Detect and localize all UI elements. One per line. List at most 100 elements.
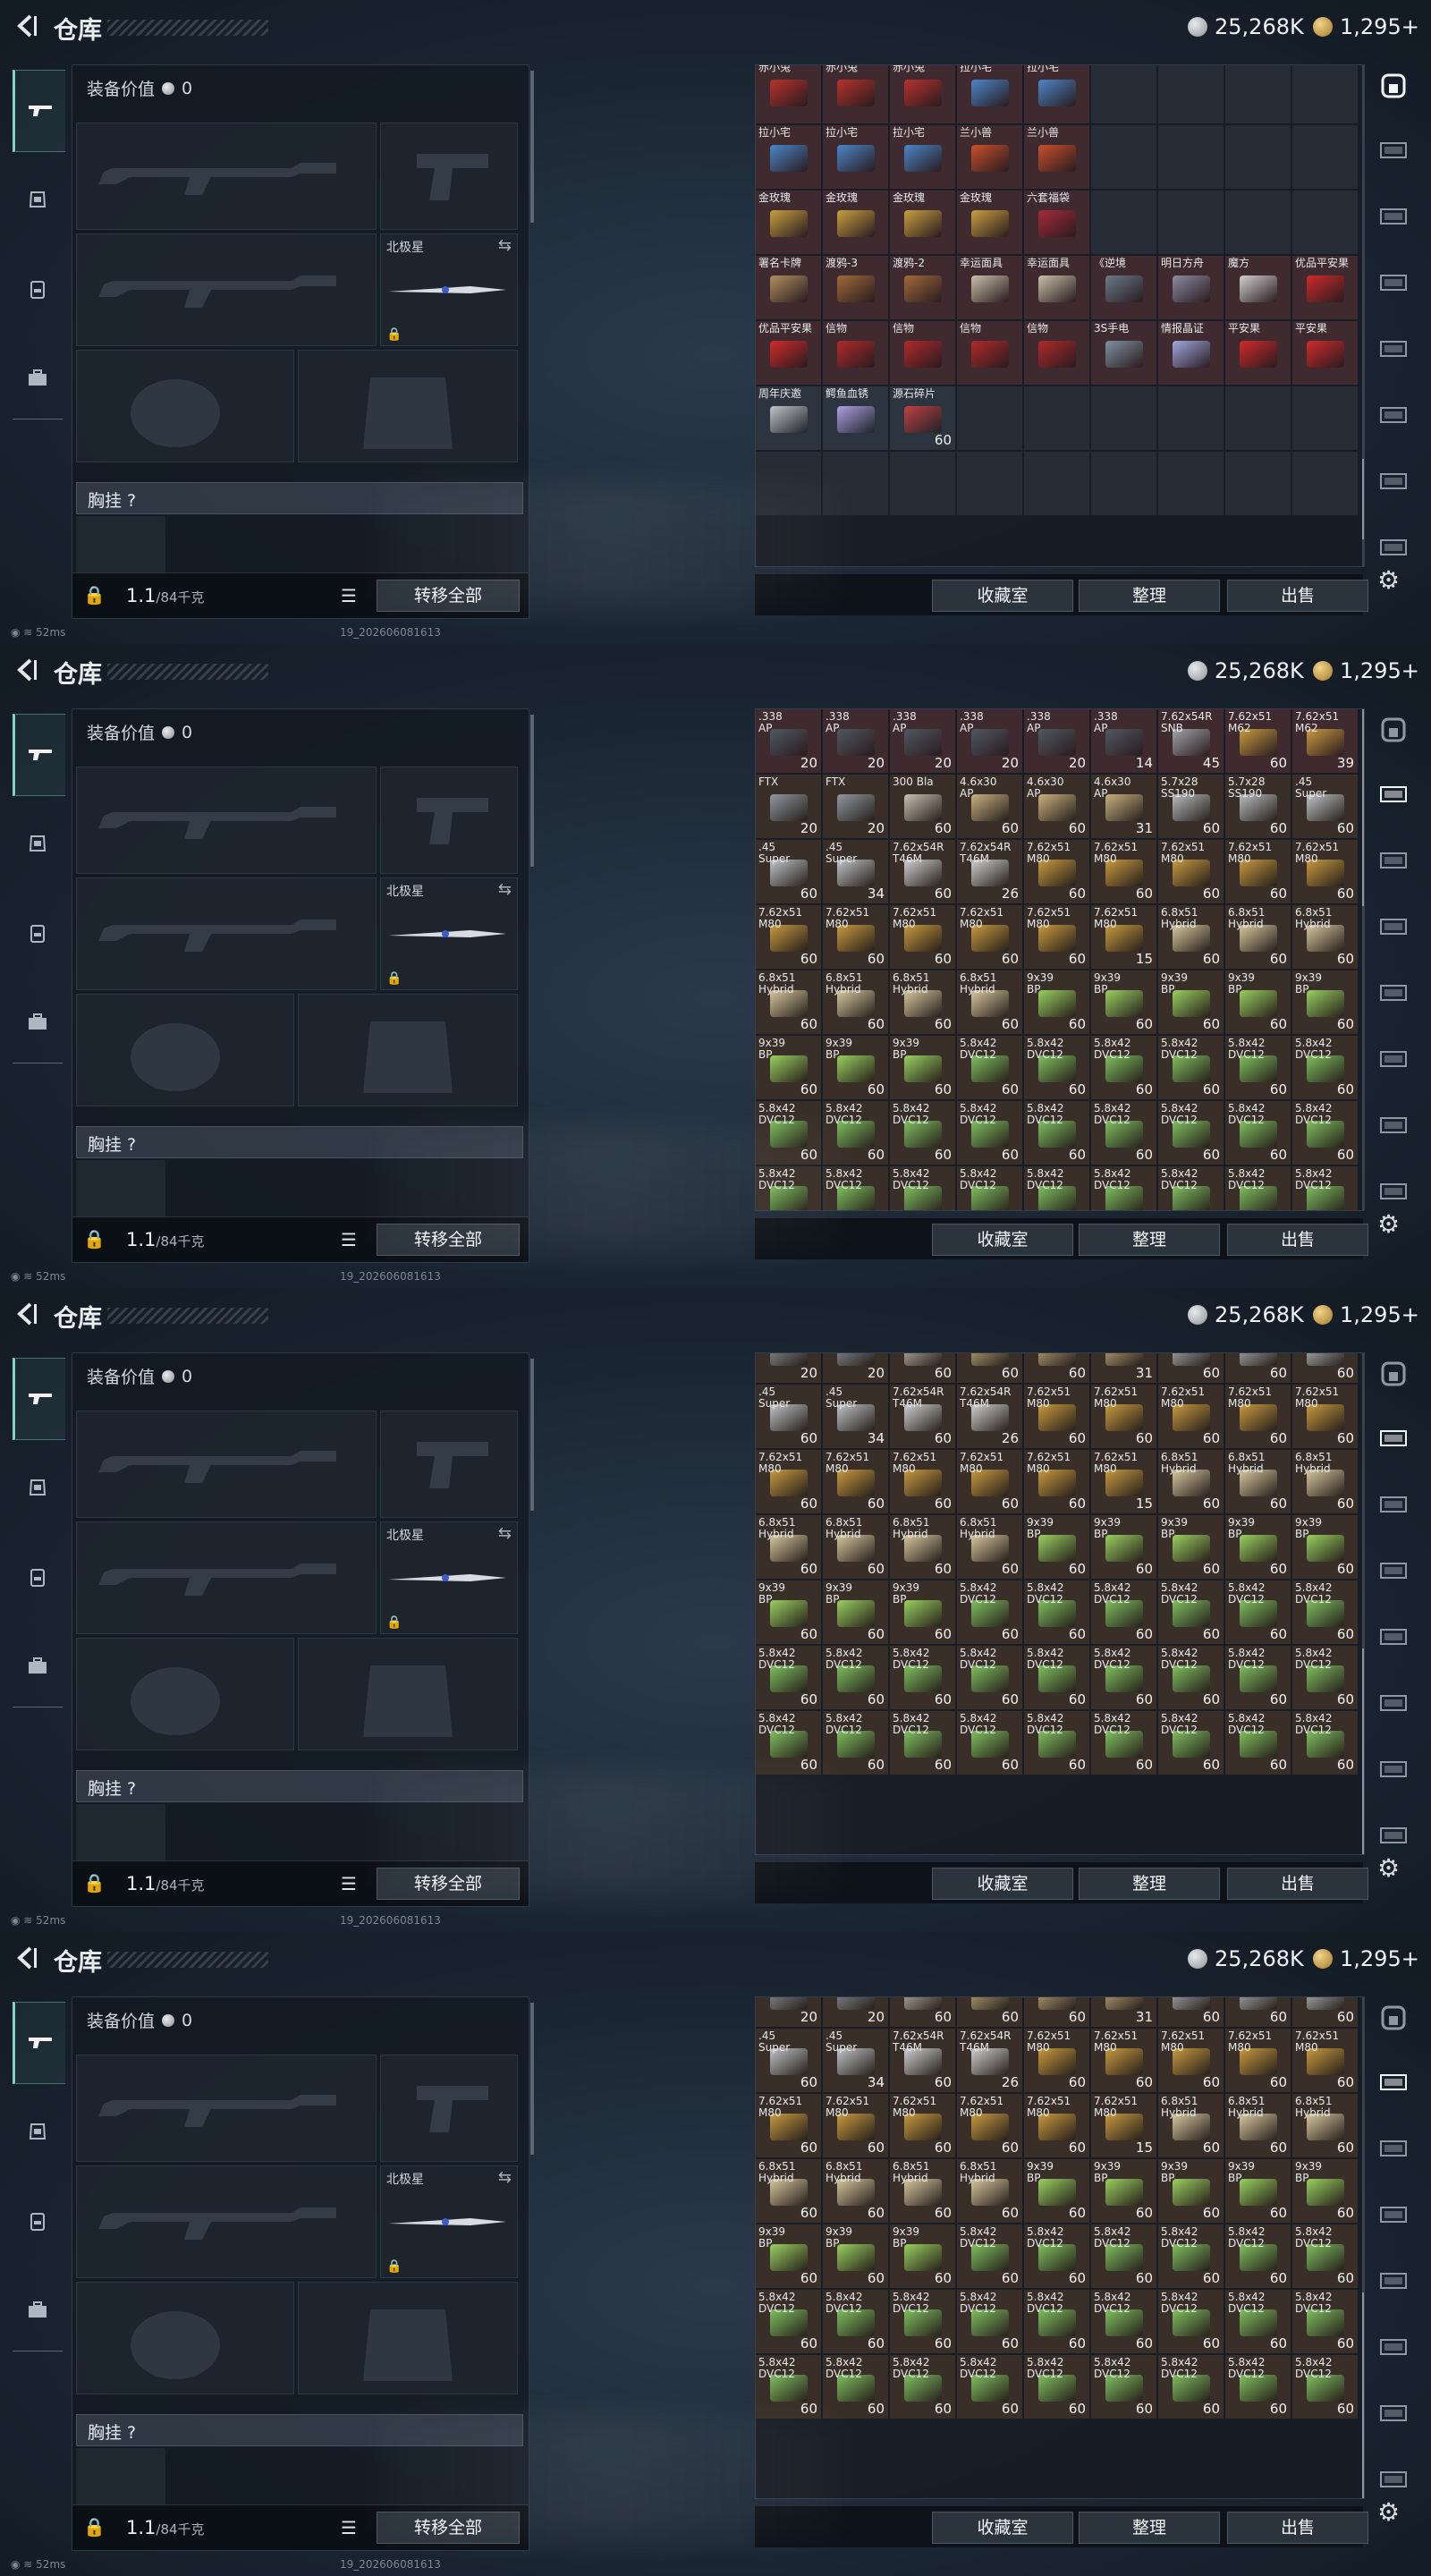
item-cell[interactable]: 9x39 BP 60 <box>890 1580 955 1644</box>
item-cell[interactable]: 7.62x51 M80 60 <box>1292 2029 1358 2092</box>
equipment-scrollbar[interactable] <box>530 715 534 867</box>
item-cell[interactable]: 渡鸦-2 <box>890 256 955 319</box>
item-cell[interactable]: 六套福袋 <box>1024 191 1089 254</box>
item-cell[interactable]: 3S手电 <box>1091 321 1156 385</box>
item-cell[interactable]: 20 <box>823 1353 888 1383</box>
item-cell[interactable]: 5.8x42 DVC1260 <box>756 1166 821 1210</box>
empty-grid-cell[interactable] <box>890 452 955 515</box>
empty-grid-cell[interactable] <box>1091 125 1156 189</box>
item-cell[interactable]: 9x39 BP 60 <box>756 1580 821 1644</box>
item-cell[interactable]: 5.8x42 DVC1260 <box>957 1101 1022 1165</box>
item-cell[interactable]: 5.8x42 DVC1260 <box>1024 2224 1089 2288</box>
transfer-all-button[interactable]: 转移全部 <box>377 1224 520 1256</box>
briefcase-icon[interactable] <box>13 2270 63 2351</box>
item-cell[interactable]: 9x39 BP 60 <box>1292 970 1358 1034</box>
item-cell[interactable]: 5.8x42 DVC1260 <box>1292 1580 1358 1644</box>
item-cell[interactable]: 赤小兔 <box>890 65 955 123</box>
item-cell[interactable]: 5.7x28 SS190 60 <box>1158 775 1224 838</box>
empty-grid-cell[interactable] <box>1158 386 1224 450</box>
item-cell[interactable]: 4.6x30 AP 31 <box>1091 775 1156 838</box>
tier-box-1[interactable] <box>1377 782 1410 810</box>
item-cell[interactable]: 4.6x30 AP 60 <box>1024 775 1089 838</box>
item-cell[interactable]: 7.62x51 M80 60 <box>1292 840 1358 903</box>
item-cell[interactable]: 兰小兽 <box>957 125 1022 189</box>
item-cell[interactable]: 5.8x42 DVC1260 <box>1091 2290 1156 2353</box>
primary-weapon-slot[interactable] <box>76 123 377 230</box>
item-cell[interactable]: 5.8x42 DVC1260 <box>1225 1101 1291 1165</box>
item-cell[interactable]: 7.62x51 M80 60 <box>1158 1385 1224 1448</box>
silver-currency[interactable]: 25,268K <box>1188 658 1304 683</box>
back-arrow-icon[interactable] <box>13 1945 39 1971</box>
item-cell[interactable]: 7.62x51 M80 60 <box>957 905 1022 969</box>
item-cell[interactable]: 5.8x42 DVC1260 <box>823 1101 888 1165</box>
item-cell[interactable]: 拉小宅 <box>1024 65 1089 123</box>
empty-grid-cell[interactable] <box>1292 125 1358 189</box>
silver-currency[interactable]: 25,268K <box>1188 1302 1304 1327</box>
item-cell[interactable]: 4.6x30 AP 60 <box>957 775 1022 838</box>
item-cell[interactable]: 7.62x51 M80 60 <box>823 2094 888 2157</box>
item-cell[interactable]: 9x39 BP 60 <box>1225 2159 1291 2223</box>
item-cell[interactable]: 7.62x51 M80 60 <box>1091 840 1156 903</box>
empty-grid-cell[interactable] <box>957 452 1022 515</box>
item-cell[interactable]: 署名卡牌 <box>756 256 821 319</box>
item-cell[interactable]: 5.8x42 DVC1260 <box>1158 2355 1224 2419</box>
gear-icon[interactable]: ⚙ <box>1377 1853 1400 1883</box>
collection-room-button[interactable]: 收藏室 <box>932 1868 1073 1900</box>
armor-slot[interactable] <box>298 350 518 462</box>
armor-icon[interactable] <box>13 1447 63 1528</box>
item-cell[interactable]: 7.62x51 M80 60 <box>957 2094 1022 2157</box>
item-cell[interactable]: 6.8x51 Hybrid 60 <box>890 970 955 1034</box>
item-cell[interactable]: 渡鸦-3 <box>823 256 888 319</box>
item-cell[interactable]: FTX 20 <box>823 775 888 838</box>
item-cell[interactable]: .45 Super 34 <box>823 1385 888 1448</box>
item-cell[interactable]: 5.8x42 DVC1260 <box>890 1101 955 1165</box>
item-cell[interactable]: .45 Super 60 <box>1292 775 1358 838</box>
item-cell[interactable]: 5.8x42 DVC1260 <box>1158 1711 1224 1775</box>
list-icon[interactable]: ☰ <box>341 2517 357 2538</box>
item-cell[interactable]: 5.8x42 DVC1260 <box>1091 1711 1156 1775</box>
item-cell[interactable]: 5.8x42 DVC1260 <box>1225 1580 1291 1644</box>
back-arrow-icon[interactable] <box>13 657 39 683</box>
item-cell[interactable]: 《逆境 <box>1091 256 1156 319</box>
item-cell[interactable]: 5.8x42 DVC1260 <box>1292 1101 1358 1165</box>
item-cell[interactable]: 60 <box>1225 1353 1291 1383</box>
secondary-weapon-slot[interactable] <box>76 1521 377 1634</box>
list-icon[interactable]: ☰ <box>341 1873 357 1894</box>
tier-box-1[interactable] <box>1377 2070 1410 2098</box>
backpack-icon[interactable] <box>13 1537 63 1617</box>
item-cell[interactable]: 平安果 <box>1225 321 1291 385</box>
item-cell[interactable]: 6.8x51 Hybrid 60 <box>1158 1450 1224 1513</box>
gold-currency[interactable]: 1,295+ <box>1313 1302 1419 1327</box>
tier-box-1[interactable] <box>1377 1426 1410 1454</box>
item-cell[interactable]: 7.62x51 M80 60 <box>1024 2094 1089 2157</box>
gold-currency[interactable]: 1,295+ <box>1313 1946 1419 1971</box>
helmet-slot[interactable] <box>76 2282 294 2394</box>
item-cell[interactable]: 7.62x51 M80 60 <box>756 2094 821 2157</box>
transfer-all-button[interactable]: 转移全部 <box>377 580 520 612</box>
item-cell[interactable]: 5.8x42 DVC1260 <box>1024 2355 1089 2419</box>
armor-icon[interactable] <box>13 2091 63 2172</box>
item-cell[interactable]: 60 <box>957 1353 1022 1383</box>
item-cell[interactable]: 9x39 BP 60 <box>1091 970 1156 1034</box>
item-cell[interactable]: 金玫瑰 <box>823 191 888 254</box>
item-cell[interactable]: 信物 <box>957 321 1022 385</box>
armor-slot[interactable] <box>298 994 518 1106</box>
gear-icon[interactable]: ⚙ <box>1377 565 1400 595</box>
item-cell[interactable]: 7.62x51 M80 60 <box>1024 1385 1089 1448</box>
empty-grid-cell[interactable] <box>1158 65 1224 123</box>
item-cell[interactable]: 7.62x51 M80 60 <box>1091 2029 1156 2092</box>
item-cell[interactable]: 魔方 <box>1225 256 1291 319</box>
primary-weapon-slot[interactable] <box>76 767 377 874</box>
item-cell[interactable]: 7.62x51 M80 15 <box>1091 2094 1156 2157</box>
tier-box-5[interactable] <box>1377 1690 1410 1719</box>
item-cell[interactable]: 拉小宅 <box>756 125 821 189</box>
briefcase-icon[interactable] <box>13 982 63 1063</box>
item-cell[interactable]: 金玫瑰 <box>756 191 821 254</box>
item-cell[interactable]: 5.8x42 DVC1260 <box>957 1036 1022 1099</box>
item-cell[interactable]: 5.8x42 DVC1260 <box>1091 1580 1156 1644</box>
item-cell[interactable]: 信物 <box>890 321 955 385</box>
chest-rig-row[interactable]: 胸挂 ? <box>76 1770 523 1802</box>
item-cell[interactable]: .45 Super 60 <box>756 840 821 903</box>
item-cell[interactable]: 拉小宅 <box>890 125 955 189</box>
item-cell[interactable]: 5.8x42 DVC1260 <box>1225 2355 1291 2419</box>
